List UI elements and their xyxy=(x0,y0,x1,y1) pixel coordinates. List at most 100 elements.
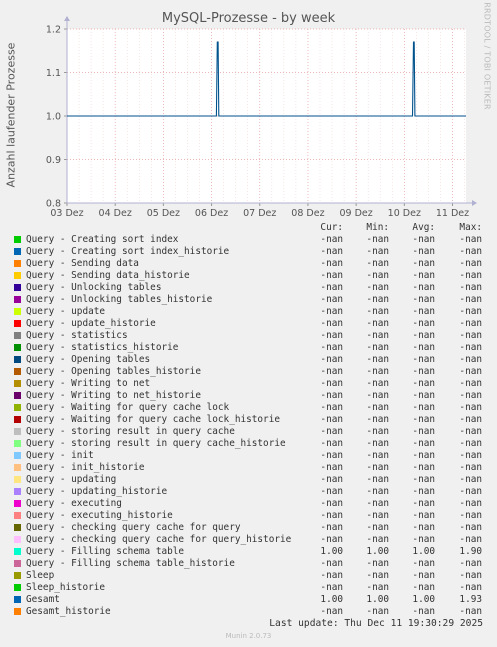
legend-value-avg: 1.00 xyxy=(412,546,435,557)
legend-value-max: -nan xyxy=(459,306,482,317)
legend-value-avg: -nan xyxy=(412,510,435,521)
legend-value-min: -nan xyxy=(366,366,389,377)
legend-value-min: -nan xyxy=(366,534,389,545)
legend-row: Query - Waiting for query cache lock -nan… xyxy=(0,402,482,414)
legend-value-avg: -nan xyxy=(412,234,435,245)
legend-series-name: Query - Filling schema table_historie xyxy=(26,558,235,569)
legend-value-max: -nan xyxy=(459,534,482,545)
line-chart: 0.80.91.01.11.203 Dez 04 Dez 05 Dez 06 Dez 0… xyxy=(46,16,477,219)
legend-value-cur: -nan xyxy=(320,438,343,449)
legend-value-min: -nan xyxy=(366,270,389,281)
legend-value-cur: -nan xyxy=(320,378,343,389)
legend-swatch xyxy=(14,236,21,243)
legend-row: Query - Filling schema table_historie -na… xyxy=(0,558,482,570)
legend-value-min: -nan xyxy=(366,582,389,593)
legend-series-name: Query - init_historie xyxy=(26,462,145,473)
legend-series-name: Query - init xyxy=(26,450,94,461)
legend-swatch xyxy=(14,536,21,543)
legend-series-name: Query - Filling schema table xyxy=(26,546,185,557)
legend-value-avg: -nan xyxy=(412,534,435,545)
legend-value-avg: -nan xyxy=(412,486,435,497)
legend-value-avg: -nan xyxy=(412,330,435,341)
legend-row: Query - init_historie -nan -nan -nan -nan xyxy=(0,462,482,474)
legend-series-name: Query - executing_historie xyxy=(26,510,173,521)
legend-value-cur: -nan xyxy=(320,330,343,341)
legend-value-min: -nan xyxy=(366,246,389,257)
x-tick-label: 11 Dez xyxy=(436,208,469,219)
legend-value-max: -nan xyxy=(459,270,482,281)
legend-row: Gesamt_historie -nan -nan -nan -nan xyxy=(0,606,482,618)
legend-header: Cur: Min: Avg: Max: xyxy=(0,222,497,234)
legend-value-avg: -nan xyxy=(412,318,435,329)
legend-value-cur: -nan xyxy=(320,282,343,293)
legend-value-cur: -nan xyxy=(320,306,343,317)
legend-value-min: -nan xyxy=(366,450,389,461)
legend-swatch xyxy=(14,308,21,315)
legend-swatch xyxy=(14,452,21,459)
legend-series-name: Query - Unlocking tables_historie xyxy=(26,294,213,305)
legend-swatch xyxy=(14,428,21,435)
legend-value-min: -nan xyxy=(366,558,389,569)
legend-value-min: 1.00 xyxy=(366,546,389,557)
legend-swatch xyxy=(14,572,21,579)
legend-row: Query - update -nan -nan -nan -nan xyxy=(0,306,482,318)
legend-series-name: Query - checking query cache for query_h… xyxy=(26,534,292,545)
legend-row: Query - storing result in query cache_hi… xyxy=(0,438,482,450)
legend-value-min: -nan xyxy=(366,378,389,389)
y-tick-label: 1.0 xyxy=(46,112,61,123)
legend-value-avg: -nan xyxy=(412,282,435,293)
legend-series-name: Query - storing result in query cache xyxy=(26,426,235,437)
legend-value-max: -nan xyxy=(459,246,482,257)
legend-value-avg: -nan xyxy=(412,294,435,305)
legend-row: Query - storing result in query cache -na… xyxy=(0,426,482,438)
legend-value-max: -nan xyxy=(459,366,482,377)
legend-value-max: -nan xyxy=(459,462,482,473)
legend-row: Query - executing -nan -nan -nan -nan xyxy=(0,498,482,510)
legend-series-name: Query - executing xyxy=(26,498,122,509)
x-axis-arrow xyxy=(472,200,477,206)
legend-swatch xyxy=(14,416,21,423)
legend-value-max: -nan xyxy=(459,438,482,449)
legend-value-avg: -nan xyxy=(412,414,435,425)
legend-value-cur: -nan xyxy=(320,234,343,245)
legend-swatch xyxy=(14,284,21,291)
legend-series-name: Query - update xyxy=(26,306,106,317)
legend-value-avg: 1.00 xyxy=(412,594,435,605)
legend-series-name: Query - Unlocking tables xyxy=(26,282,162,293)
x-tick-label: 05 Dez xyxy=(147,208,180,219)
legend-value-max: -nan xyxy=(459,402,482,413)
legend-header-cur: Cur: xyxy=(320,222,343,233)
legend-value-cur: -nan xyxy=(320,342,343,353)
legend-value-max: -nan xyxy=(459,354,482,365)
y-tick-label: 1.1 xyxy=(46,68,61,79)
legend-series-name: Query - Sending data_historie xyxy=(26,270,190,281)
legend-value-min: -nan xyxy=(366,294,389,305)
legend-value-avg: -nan xyxy=(412,522,435,533)
legend-value-cur: -nan xyxy=(320,462,343,473)
legend-swatch xyxy=(14,332,21,339)
legend-value-max: -nan xyxy=(459,558,482,569)
legend-series-name: Query - Writing to net xyxy=(26,378,151,389)
legend-series-name: Sleep_historie xyxy=(26,582,106,593)
legend-value-cur: -nan xyxy=(320,606,343,617)
legend-series-name: Gesamt_historie xyxy=(26,606,111,617)
legend-value-cur: -nan xyxy=(320,450,343,461)
legend-row: Query - Sending data_historie -nan -nan -na… xyxy=(0,270,482,282)
legend-swatch xyxy=(14,440,21,447)
legend-value-cur: 1.00 xyxy=(320,594,343,605)
legend-value-avg: -nan xyxy=(412,354,435,365)
legend-swatch xyxy=(14,560,21,567)
legend-row: Query - init -nan -nan -nan -nan xyxy=(0,450,482,462)
legend-series-name: Query - Opening tables xyxy=(26,354,151,365)
legend-value-min: -nan xyxy=(366,522,389,533)
legend-value-max: -nan xyxy=(459,378,482,389)
legend-row: Query - updating -nan -nan -nan -nan xyxy=(0,474,482,486)
legend-value-max: -nan xyxy=(459,510,482,521)
legend-value-cur: -nan xyxy=(320,522,343,533)
legend-series-name: Query - Sending data xyxy=(26,258,139,269)
legend-swatch xyxy=(14,500,21,507)
legend-swatch xyxy=(14,596,21,603)
legend-value-max: -nan xyxy=(459,450,482,461)
legend-value-avg: -nan xyxy=(412,366,435,377)
legend-swatch xyxy=(14,476,21,483)
